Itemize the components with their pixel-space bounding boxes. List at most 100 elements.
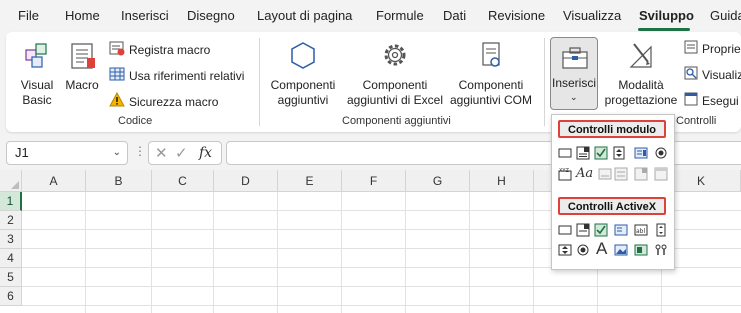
column-header-d[interactable]: D <box>214 170 278 192</box>
registra-macro-label: Registra macro <box>129 42 211 57</box>
column-header-e[interactable]: E <box>278 170 342 192</box>
esegui-finestra-button[interactable]: Esegui <box>684 92 739 109</box>
more-controls-icon[interactable] <box>654 243 668 257</box>
componenti-excel-label: Componenti aggiuntivi di Excel <box>346 78 444 107</box>
form-controls-header: Controlli modulo <box>558 120 666 138</box>
componenti-com-label: Componenti aggiuntivi COM <box>449 78 533 107</box>
option-button-icon[interactable] <box>654 146 668 160</box>
column-header-f[interactable]: F <box>342 170 406 192</box>
properties-icon <box>684 40 698 57</box>
componenti-excel-button[interactable]: Componenti aggiuntivi di Excel <box>342 40 448 108</box>
tab-inserisci[interactable]: Inserisci <box>121 8 169 23</box>
active-tab-indicator <box>638 28 690 31</box>
activex-combo-box-icon[interactable] <box>576 223 590 237</box>
tab-guida[interactable]: Guida <box>710 8 741 23</box>
gear-icon <box>342 40 448 76</box>
registra-macro-button[interactable]: Registra macro <box>109 40 210 59</box>
insert-controls-dropdown: Controlli modulo XYZ Aa Controlli Active… <box>551 114 675 270</box>
macro-button[interactable]: Macro <box>62 40 102 93</box>
tab-layout-di-pagina[interactable]: Layout di pagina <box>257 8 352 23</box>
combo-list-edit-disabled-icon <box>614 167 628 181</box>
activex-option-button-icon[interactable] <box>576 243 590 257</box>
proprieta-label: Proprie <box>702 41 741 56</box>
activex-list-box-icon[interactable] <box>614 223 628 237</box>
inserisci-button[interactable]: Inserisci ⌄ <box>550 37 598 110</box>
chevron-down-icon: ⌄ <box>570 92 578 102</box>
column-header-h[interactable]: H <box>470 170 534 192</box>
column-header-g[interactable]: G <box>406 170 470 192</box>
tab-revisione[interactable]: Revisione <box>488 8 545 23</box>
usa-riferimenti-button[interactable]: Usa riferimenti relativi <box>109 66 244 85</box>
add-ins-icon <box>264 40 342 76</box>
activex-scroll-bar-icon[interactable] <box>654 223 668 237</box>
button-control-icon[interactable] <box>558 146 572 160</box>
group-box-icon[interactable]: XYZ <box>558 167 572 181</box>
tab-file[interactable]: File <box>18 8 39 23</box>
codice-group-label: Codice <box>118 115 153 127</box>
formula-bar-resize-handle[interactable]: ⋮ <box>134 144 146 158</box>
row-header-2[interactable]: 2 <box>0 211 22 230</box>
column-header-b[interactable]: B <box>86 170 152 192</box>
gridline <box>533 192 534 313</box>
group-divider <box>544 38 545 126</box>
tab-formule[interactable]: Formule <box>376 8 424 23</box>
row-header-1[interactable]: 1 <box>0 192 22 211</box>
combo-dropdown-disabled-icon <box>634 167 648 181</box>
sicurezza-macro-label: Sicurezza macro <box>129 94 219 109</box>
sicurezza-macro-button[interactable]: Sicurezza macro <box>109 91 219 111</box>
activex-toggle-button-icon[interactable] <box>634 243 648 257</box>
menu-bar: File Home Inserisci Disegno Layout di pa… <box>0 0 741 32</box>
tab-dati[interactable]: Dati <box>443 8 466 23</box>
modalita-progettazione-label: Modalità progettazione <box>604 78 678 107</box>
visual-basic-button[interactable]: Visual Basic <box>12 40 62 108</box>
tab-sviluppo[interactable]: Sviluppo <box>639 8 694 23</box>
group-divider <box>259 38 260 126</box>
dialog-disabled-icon <box>654 167 668 181</box>
activex-controls-header: Controlli ActiveX <box>558 197 666 215</box>
activex-checkbox-icon[interactable] <box>594 223 608 237</box>
confirm-icon[interactable]: ✓ <box>175 144 188 162</box>
row-header-4[interactable]: 4 <box>0 249 22 268</box>
visualizza-label: Visualiz <box>702 67 741 82</box>
modalita-progettazione-button[interactable]: Modalità progettazione <box>604 40 678 108</box>
record-macro-icon <box>109 40 125 59</box>
macro-label: Macro <box>65 78 99 92</box>
column-header-a[interactable]: A <box>22 170 86 192</box>
svg-text:XYZ: XYZ <box>559 168 569 174</box>
tab-home[interactable]: Home <box>65 8 100 23</box>
chevron-down-icon[interactable]: ⌄ <box>113 147 121 158</box>
visualizza-codice-button[interactable]: Visualiz <box>684 66 741 83</box>
name-box[interactable]: J1 ⌄ <box>6 141 128 165</box>
activex-spin-button-icon[interactable] <box>558 243 572 257</box>
activex-label-icon[interactable]: A <box>596 239 612 258</box>
componenti-group-label: Componenti aggiuntivi <box>342 115 451 127</box>
visual-basic-label: Visual Basic <box>20 78 54 107</box>
insert-function-button[interactable]: fx <box>199 145 212 161</box>
column-header-c[interactable]: C <box>152 170 214 192</box>
select-all-button[interactable] <box>0 170 22 192</box>
run-dialog-icon <box>684 92 698 109</box>
name-box-value: J1 <box>15 145 29 160</box>
row-header-5[interactable]: 5 <box>0 268 22 287</box>
checkbox-icon[interactable] <box>594 146 608 160</box>
cancel-icon[interactable]: ✕ <box>155 144 168 162</box>
esegui-label: Esegui <box>702 93 739 108</box>
activex-image-icon[interactable] <box>614 243 628 257</box>
tab-disegno[interactable]: Disegno <box>187 8 235 23</box>
row-header-3[interactable]: 3 <box>0 230 22 249</box>
label-control-icon[interactable]: Aa <box>576 166 594 181</box>
gridline <box>22 305 741 306</box>
activex-text-box-icon[interactable]: abl <box>634 223 648 237</box>
list-box-icon[interactable] <box>634 146 648 160</box>
combo-box-icon[interactable] <box>576 146 590 160</box>
gridline <box>213 192 214 313</box>
proprieta-button[interactable]: Proprie <box>684 40 741 57</box>
gridline <box>341 192 342 313</box>
tab-visualizza[interactable]: Visualizza <box>563 8 621 23</box>
toolbox-icon <box>560 43 590 76</box>
componenti-com-button[interactable]: Componenti aggiuntivi COM <box>446 40 536 108</box>
spin-button-icon[interactable] <box>612 146 626 160</box>
activex-button-icon[interactable] <box>558 223 572 237</box>
componenti-aggiuntivi-button[interactable]: Componenti aggiuntivi <box>264 40 342 108</box>
row-header-6[interactable]: 6 <box>0 287 22 306</box>
